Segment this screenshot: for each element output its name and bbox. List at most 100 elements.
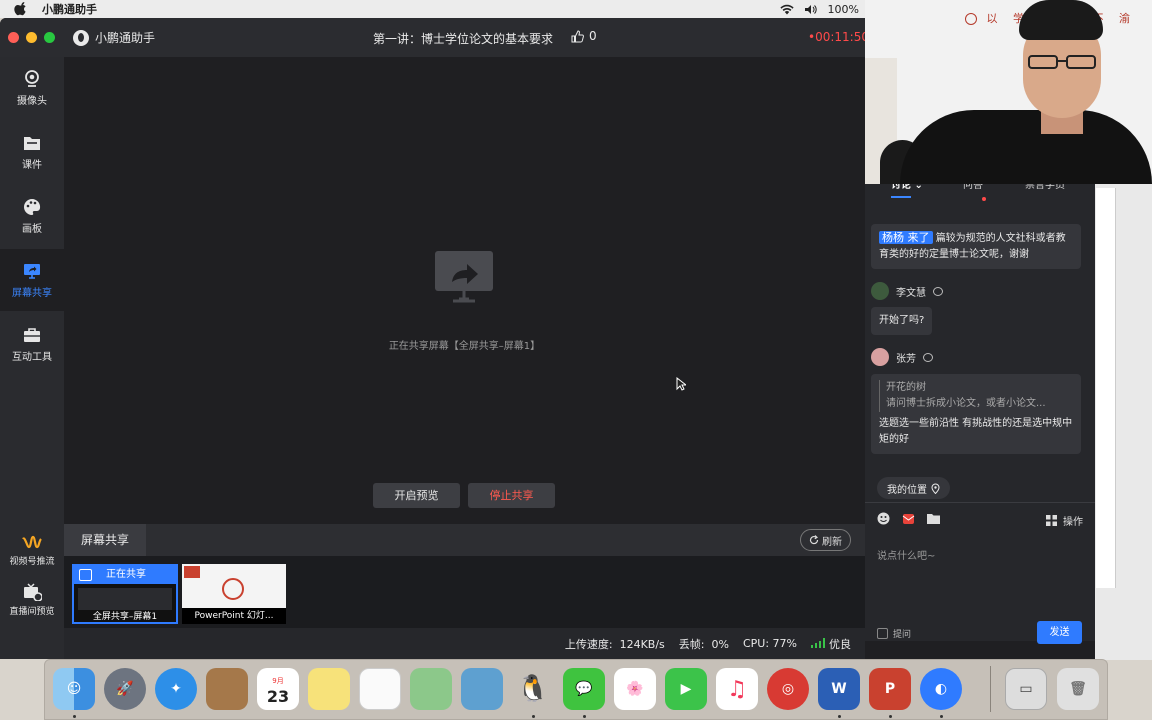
running-indicator [583, 715, 586, 718]
apple-icon[interactable] [14, 2, 28, 16]
sidebar-item-screen-share[interactable]: 屏幕共享 [0, 249, 64, 311]
upload-label: 上传速度: [564, 637, 613, 651]
minimize-window-button[interactable] [26, 32, 37, 43]
operations-button[interactable]: 操作 [1046, 513, 1083, 528]
red-packet-icon[interactable] [902, 512, 915, 525]
location-label: 我的位置 [887, 484, 927, 496]
share-source-list: 正在共享 全屏共享–屏幕1 PowerPoint 幻灯... [64, 556, 865, 628]
sidebar-item-label: 画板 [22, 223, 42, 235]
checkbox[interactable] [877, 628, 888, 639]
cpu-usage: CPU: 77% [743, 637, 797, 650]
chat-user: 张芳 [871, 348, 933, 366]
avatar [871, 282, 889, 300]
user-name: 李文慧 [896, 287, 926, 299]
volume-icon[interactable] [804, 4, 818, 15]
safari-icon[interactable]: ✦ [155, 668, 197, 710]
share-panel: 屏幕共享 刷新 正在共享 全屏共享–屏幕1 PowerPoint 幻灯... 上… [64, 524, 865, 659]
music-icon[interactable]: ♫ [716, 668, 758, 710]
send-button[interactable]: 发送 [1037, 621, 1082, 644]
qq-icon[interactable]: 🐧 [512, 668, 554, 710]
maps-icon[interactable] [410, 668, 452, 710]
refresh-button[interactable]: 刷新 [800, 529, 851, 551]
sidebar-item-room-preview[interactable]: 直播间预览 [0, 583, 64, 617]
ask-question-checkbox[interactable]: 提问 [877, 627, 911, 640]
share-status-text: 正在共享屏幕【全屏共享–屏幕1】 [388, 341, 541, 352]
dropped-frames: 丢帧: 0% [679, 636, 729, 652]
sidebar-item-channel-push[interactable]: 视频号推流 [0, 535, 64, 567]
menubar-app-name[interactable]: 小鹏通助手 [42, 1, 97, 17]
sidebar-item-label: 摄像头 [17, 95, 47, 107]
wifi-icon[interactable] [779, 4, 794, 15]
preview-app-icon[interactable] [461, 668, 503, 710]
slide-logo-icon [222, 578, 244, 600]
reply-icon[interactable] [933, 286, 943, 296]
chat-input[interactable]: 说点什么吧~ [877, 547, 935, 562]
sidebar-item-label: 视频号推流 [9, 557, 55, 567]
screen-icon [79, 569, 92, 581]
sidebar-item-label: 直播间预览 [9, 607, 55, 617]
contacts-icon[interactable] [206, 668, 248, 710]
facetime-icon[interactable]: ▶ [665, 668, 707, 710]
chat-message: 开花的树 请问博士拆成小论文，或者小论文... 选题选一些前沿性 有挑战性的还是… [871, 374, 1081, 454]
unread-dot [982, 197, 986, 201]
screen-share-icon [24, 263, 40, 279]
running-indicator [838, 715, 841, 718]
lecture-title: 第一讲：博士学位论文的基本要求 [373, 32, 554, 46]
wechat-icon[interactable]: 💬 [563, 668, 605, 710]
sidebar: 摄像头 课件 画板 屏幕共享 互动工具 视频号推流 直播间预览 [0, 57, 64, 659]
finder-icon[interactable]: ☺ [53, 668, 95, 710]
drop-value: 0% [711, 637, 729, 651]
network-quality: 优良 [811, 636, 851, 652]
chat-panel: 讨论 ⌄ 问答 禁言学员 杨杨 来了 篇较为规范的人文社科或者教育类的好的定量博… [865, 162, 1095, 644]
sidebar-item-interactive-tools[interactable]: 互动工具 [0, 313, 64, 375]
photos-icon[interactable]: 🌸 [614, 668, 656, 710]
screen-thumbnail [78, 588, 172, 610]
sidebar-item-label: 互动工具 [12, 351, 52, 363]
stream-status-bar: 上传速度: 124KB/s 丢帧: 0% CPU: 77% 优良 [64, 628, 865, 659]
my-location-button[interactable]: 我的位置 [877, 477, 950, 499]
cpu-label: CPU: [742, 637, 770, 650]
grid-icon [1046, 515, 1057, 526]
launchpad-icon[interactable]: 🚀 [104, 668, 146, 710]
zoom-window-button[interactable] [44, 32, 55, 43]
presenter-hair [1019, 0, 1103, 40]
sidebar-item-courseware[interactable]: 课件 [0, 121, 64, 183]
trash-icon[interactable]: 🗑 [1057, 668, 1099, 710]
netease-music-icon[interactable]: ◎ [767, 668, 809, 710]
close-window-button[interactable] [8, 32, 19, 43]
share-source-powerpoint[interactable]: PowerPoint 幻灯... [182, 564, 286, 624]
powerpoint-icon[interactable]: P [869, 668, 911, 710]
open-preview-button[interactable]: 开启预览 [373, 483, 460, 508]
active-tab-indicator [891, 196, 911, 198]
sidebar-item-camera[interactable]: 摄像头 [0, 57, 64, 119]
palette-icon [24, 198, 41, 215]
user-name: 张芳 [896, 353, 916, 365]
background-document-window [1096, 188, 1116, 588]
camera-icon [25, 69, 39, 87]
sidebar-item-whiteboard[interactable]: 画板 [0, 185, 64, 247]
calendar-icon[interactable]: 9月 23 [257, 668, 299, 710]
thumb-caption: 全屏共享–屏幕1 [92, 612, 158, 622]
signal-icon [811, 637, 825, 648]
minimized-window-icon[interactable]: ▭ [1005, 668, 1047, 710]
sidebar-item-label: 屏幕共享 [12, 287, 52, 299]
upload-speed: 上传速度: 124KB/s [565, 636, 665, 652]
reply-icon[interactable] [923, 352, 933, 362]
stop-share-button[interactable]: 停止共享 [468, 483, 555, 508]
traffic-lights [8, 32, 55, 43]
presenter-glasses [1028, 55, 1096, 69]
folder-icon[interactable] [927, 513, 940, 524]
notes-icon[interactable] [308, 668, 350, 710]
ask-label: 提问 [893, 630, 912, 640]
desktop-background [1094, 180, 1152, 660]
reminders-icon[interactable] [359, 668, 401, 710]
mouse-cursor-icon [676, 377, 686, 391]
calendar-day: 23 [266, 687, 290, 706]
emoji-icon[interactable] [877, 512, 890, 525]
xiaoe-assistant-icon[interactable]: ◐ [920, 668, 962, 710]
tab-screen-share[interactable]: 屏幕共享 [64, 524, 146, 556]
sidebar-item-label: 课件 [22, 159, 42, 171]
word-icon[interactable]: W [818, 668, 860, 710]
channel-icon [22, 535, 42, 549]
share-source-fullscreen[interactable]: 正在共享 全屏共享–屏幕1 [72, 564, 178, 624]
